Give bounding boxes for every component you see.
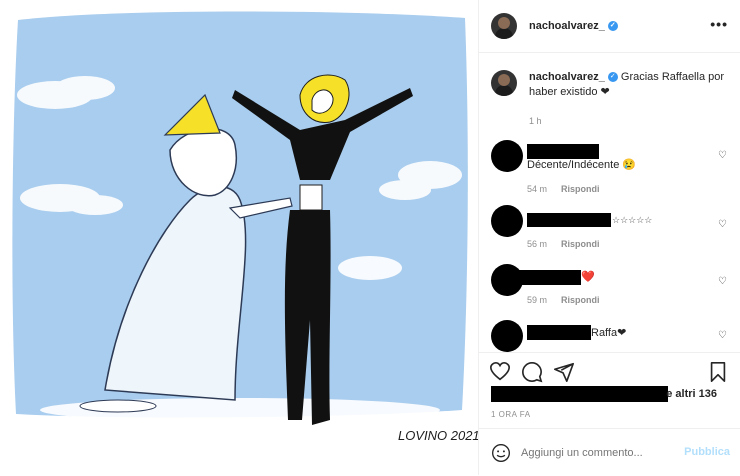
comment-meta: 56 m Rispondi [527, 239, 600, 249]
reply-button[interactable]: Rispondi [561, 184, 600, 194]
redacted-username [527, 213, 611, 227]
heart-icon[interactable]: ♡ [718, 276, 727, 287]
caption-time: 1 h [529, 116, 542, 126]
comment-time: 54 m [527, 184, 548, 194]
comment-meta: 59 m Rispondi [527, 295, 600, 305]
emoji-icon[interactable] [491, 443, 511, 463]
redacted-username [527, 144, 599, 159]
username-link[interactable]: nachoalvarez_ ✓ [529, 20, 618, 32]
more-icon[interactable]: ••• [710, 16, 728, 32]
avatar[interactable] [491, 70, 517, 96]
heart-icon[interactable]: ♡ [718, 150, 727, 161]
verified-icon: ✓ [607, 21, 618, 32]
cartoon-illustration: LOVINO 2021 [12, 11, 478, 443]
redacted-avatar [491, 320, 523, 352]
comment-meta: 54 m Rispondi [527, 184, 600, 194]
comment-input[interactable] [519, 445, 673, 460]
publish-button[interactable]: Pubblica [684, 446, 730, 458]
redacted-liker [491, 386, 668, 402]
redacted-avatar [491, 140, 523, 172]
redacted-username [507, 270, 581, 285]
caption-username[interactable]: nachoalvarez_ [529, 71, 605, 83]
post-timestamp: 1 ORA FA [491, 410, 531, 419]
redacted-avatar [491, 205, 523, 237]
comment-time: 56 m [527, 239, 548, 249]
heart-icon[interactable]: ♡ [718, 219, 727, 230]
instagram-post: LOVINO 2021 nachoalvarez_ ✓ ••• nachoalva… [0, 0, 740, 475]
reply-button[interactable]: Rispondi [561, 239, 600, 249]
artist-signature: LOVINO 2021 [398, 428, 478, 443]
share-icon[interactable] [553, 361, 575, 383]
comment-text: Décente/Indécente 😢 [527, 159, 637, 171]
comment-text: Raffa❤ [591, 327, 627, 339]
comment-text: ☆☆☆☆☆ [612, 215, 653, 225]
add-comment-bar: Pubblica [479, 428, 740, 476]
comment-icon[interactable] [521, 361, 543, 383]
heart-icon[interactable]: ♡ [718, 330, 727, 341]
redacted-username [527, 325, 591, 340]
bookmark-icon[interactable] [707, 361, 729, 383]
likes-line[interactable]: e altri 136 [491, 386, 729, 402]
heart-icon[interactable] [489, 361, 511, 383]
comment-text: ❤️ [581, 271, 595, 283]
action-bar [479, 352, 740, 389]
username-text: nachoalvarez_ [529, 20, 605, 32]
likes-count[interactable]: e altri 136 [666, 388, 717, 400]
reply-button[interactable]: Rispondi [561, 295, 600, 305]
avatar[interactable] [491, 13, 517, 39]
post-header: nachoalvarez_ ✓ ••• [479, 0, 740, 53]
post-sidebar: nachoalvarez_ ✓ ••• nachoalvarez_ ✓ Gracia… [479, 0, 740, 475]
post-caption: nachoalvarez_ ✓ Gracias Raffaella por hab… [491, 70, 729, 129]
comment-time: 59 m [527, 295, 548, 305]
caption-text-block: nachoalvarez_ ✓ Gracias Raffaella por hab… [529, 70, 729, 129]
verified-icon: ✓ [607, 72, 618, 83]
post-image[interactable]: LOVINO 2021 [0, 0, 479, 475]
